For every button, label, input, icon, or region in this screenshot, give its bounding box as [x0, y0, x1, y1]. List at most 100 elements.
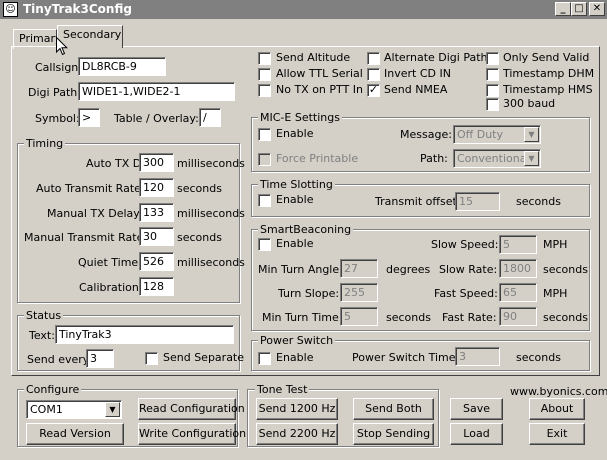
timestamp-dhm-label: Timestamp DHM [503, 67, 595, 80]
manual-transmit-rate-unit: seconds [177, 231, 222, 244]
turn-slope-input[interactable]: 255 [340, 283, 378, 302]
mice-path-value: Conventional [457, 152, 530, 165]
fast-rate-label: Fast Rate: [442, 311, 497, 324]
transmit-offset-input[interactable]: 15 [455, 192, 500, 211]
time-slotting-enable-checkbox[interactable] [258, 194, 271, 207]
only-send-valid-label: Only Send Valid [503, 51, 590, 64]
send-separate-label: Send Separate [163, 351, 245, 364]
stop-sending-button[interactable]: Stop Sending [353, 423, 434, 445]
mice-path-select[interactable]: Conventional ▼ [453, 149, 541, 168]
mice-message-label: Message: [400, 128, 452, 141]
load-button[interactable]: Load [450, 423, 503, 445]
calibration-label: Calibration: [79, 281, 143, 294]
read-version-button[interactable]: Read Version [26, 423, 124, 445]
com-port-select[interactable]: COM1 ▼ [26, 400, 122, 419]
slow-speed-input[interactable]: 5 [499, 235, 537, 254]
min-turn-angle-input[interactable]: 27 [340, 259, 378, 278]
manual-tx-delay-label: Manual TX Delay: [47, 207, 143, 220]
write-configuration-button[interactable]: Write Configuration [138, 423, 246, 445]
invert-cd-in-checkbox[interactable] [367, 68, 380, 81]
chevron-down-icon[interactable]: ▼ [105, 402, 120, 417]
calibration-input[interactable]: 128 [139, 277, 174, 296]
minimize-button[interactable]: _ [555, 2, 571, 16]
about-button[interactable]: About [529, 398, 585, 420]
auto-transmit-rate-input[interactable]: 120 [139, 178, 174, 197]
300-baud-checkbox[interactable] [486, 98, 499, 111]
only-send-valid-checkbox[interactable] [486, 52, 499, 65]
fast-speed-input[interactable]: 65 [499, 283, 537, 302]
send-altitude-checkbox[interactable] [258, 52, 271, 65]
fast-rate-input[interactable]: 90 [499, 307, 537, 326]
manual-transmit-rate-input[interactable]: 30 [139, 227, 174, 246]
tone-test-group-title: Tone Test [255, 383, 310, 396]
invert-cd-in-label: Invert CD IN [384, 67, 451, 80]
mice-path-label: Path: [420, 152, 448, 165]
send-nmea-checkbox[interactable]: ✓ [367, 84, 380, 97]
quiet-time-input[interactable]: 526 [139, 252, 174, 271]
time-slotting-enable-label: Enable [276, 193, 314, 206]
window-title: TinyTrak3Config [23, 2, 132, 16]
main-window: ☺ TinyTrak3Config _ □ ✕ Primary Secondar… [0, 0, 607, 460]
power-switch-group-title: Power Switch [258, 334, 336, 347]
force-printable-checkbox[interactable] [258, 153, 271, 166]
mice-enable-checkbox[interactable] [258, 128, 271, 141]
allow-ttl-serial-checkbox[interactable] [258, 68, 271, 81]
alternate-digi-paths-label: Alternate Digi Paths [384, 51, 494, 64]
smartbeaconing-group-title: SmartBeaconing [258, 223, 354, 236]
save-button[interactable]: Save [450, 398, 503, 420]
power-switch-enable-checkbox[interactable] [258, 352, 271, 365]
send-every-label: Send every: [27, 353, 93, 366]
app-icon: ☺ [3, 2, 18, 17]
min-turn-time-input[interactable]: 5 [340, 307, 378, 326]
close-button[interactable]: ✕ [589, 2, 605, 16]
send-2200hz-button[interactable]: Send 2200 Hz [256, 423, 338, 445]
send-separate-checkbox[interactable] [145, 352, 158, 365]
auto-tx-delay-input[interactable]: 300 [139, 153, 174, 172]
timestamp-hms-label: Timestamp HMS [503, 83, 593, 96]
send-nmea-label: Send NMEA [384, 83, 448, 96]
smartbeaconing-enable-checkbox[interactable] [258, 238, 271, 251]
symbol-input[interactable]: > [78, 108, 100, 127]
manual-tx-delay-unit: milliseconds [177, 207, 245, 220]
send-altitude-label: Send Altitude [276, 51, 351, 64]
title-bar[interactable]: ☺ TinyTrak3Config _ □ ✕ [0, 0, 607, 19]
power-switch-time-input[interactable]: 3 [455, 347, 500, 366]
slow-rate-input[interactable]: 1800 [499, 259, 537, 278]
power-switch-time-label: Power Switch Time: [352, 351, 460, 364]
send-every-input[interactable]: 3 [86, 349, 114, 368]
chevron-down-icon[interactable]: ▼ [524, 151, 539, 166]
power-switch-time-unit: seconds [516, 351, 561, 364]
send-both-button[interactable]: Send Both [353, 398, 434, 420]
chevron-down-icon[interactable]: ▼ [524, 127, 539, 142]
allow-ttl-serial-label: Allow TTL Serial [276, 67, 363, 80]
alternate-digi-paths-checkbox[interactable] [367, 52, 380, 65]
slow-rate-unit: seconds [543, 263, 588, 276]
digipath-input[interactable]: WIDE1-1,WIDE2-1 [78, 82, 235, 101]
mice-group-title: MIC-E Settings [258, 111, 342, 124]
manual-tx-delay-input[interactable]: 133 [139, 203, 174, 222]
website-link[interactable]: www.byonics.com [510, 385, 607, 399]
callsign-input[interactable]: DL8RCB-9 [78, 57, 166, 76]
status-text-input[interactable]: TinyTrak3 [55, 325, 234, 344]
slow-speed-unit: MPH [543, 238, 568, 251]
quiet-time-label: Quiet Time: [78, 256, 142, 269]
no-tx-on-ptt-checkbox[interactable] [258, 84, 271, 97]
time-slotting-group-title: Time Slotting [258, 178, 335, 191]
min-turn-angle-label: Min Turn Angle: [258, 263, 343, 276]
mice-message-select[interactable]: Off Duty ▼ [453, 125, 541, 144]
auto-transmit-rate-label: Auto Transmit Rate: [36, 182, 145, 195]
force-printable-label: Force Printable [276, 152, 359, 165]
min-turn-angle-unit: degrees [386, 263, 431, 276]
quiet-time-unit: milliseconds [177, 256, 245, 269]
timing-group-title: Timing [24, 137, 66, 150]
timestamp-dhm-checkbox[interactable] [486, 68, 499, 81]
symbol-label: Symbol: [35, 112, 80, 125]
exit-button[interactable]: Exit [529, 423, 585, 445]
send-1200hz-button[interactable]: Send 1200 Hz [256, 398, 338, 420]
configure-group-title: Configure [24, 383, 82, 396]
auto-tx-delay-unit: milliseconds [177, 157, 245, 170]
table-overlay-input[interactable]: / [199, 108, 221, 127]
read-configuration-button[interactable]: Read Configuration [138, 398, 245, 420]
timestamp-hms-checkbox[interactable] [486, 84, 499, 97]
maximize-button[interactable]: □ [571, 2, 587, 16]
